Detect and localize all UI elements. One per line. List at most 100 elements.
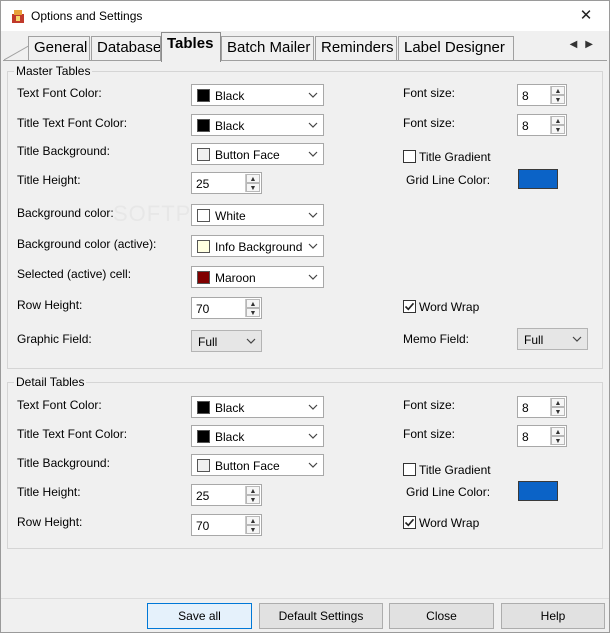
tab-database[interactable]: Database: [91, 36, 161, 60]
master-title-height-spinner[interactable]: 25 ▲ ▼: [191, 172, 262, 194]
master-word-wrap-label: Word Wrap: [419, 300, 480, 314]
master-background-color-label: Background color:: [17, 206, 114, 220]
select-value: Full: [198, 335, 218, 349]
detail-title-background-select[interactable]: Button Face: [191, 454, 324, 476]
detail-grid-line-color-picker[interactable]: [518, 481, 558, 501]
spin-down-icon[interactable]: ▼: [246, 183, 260, 192]
spinner-buttons: ▲ ▼: [245, 299, 260, 317]
detail-font-size-spinner-1[interactable]: 8 ▲ ▼: [517, 396, 567, 418]
help-button[interactable]: Help: [501, 603, 605, 629]
master-text-font-color-label: Text Font Color:: [17, 86, 102, 100]
close-window-button[interactable]: ✕: [563, 1, 609, 31]
master-title-text-font-color-select[interactable]: Black: [191, 114, 324, 136]
chevron-down-icon: [572, 336, 582, 342]
tab-scroll-left-icon[interactable]: ◀: [570, 39, 586, 50]
spin-down-icon[interactable]: ▼: [246, 525, 260, 534]
spin-down-icon[interactable]: ▼: [246, 308, 260, 317]
master-font-size-spinner-1[interactable]: 8 ▲ ▼: [517, 84, 567, 106]
detail-word-wrap-checkbox[interactable]: [403, 516, 416, 529]
tab-scroll-arrows: ◀▶: [570, 39, 601, 50]
spinner-buttons: ▲ ▼: [550, 86, 565, 104]
save-all-button[interactable]: Save all: [147, 603, 252, 629]
spin-up-icon[interactable]: ▲: [246, 486, 260, 495]
select-value: Black: [215, 89, 245, 103]
tab-reminders[interactable]: Reminders: [315, 36, 397, 60]
detail-title-gradient-checkbox[interactable]: [403, 463, 416, 476]
spin-up-icon[interactable]: ▲: [551, 398, 565, 407]
detail-grid-line-color-label: Grid Line Color:: [406, 485, 491, 499]
spin-up-icon[interactable]: ▲: [551, 86, 565, 95]
master-grid-line-color-picker[interactable]: [518, 169, 558, 189]
detail-title-height-spinner[interactable]: 25 ▲ ▼: [191, 484, 262, 506]
select-value: Info Background: [215, 240, 303, 254]
button-bar: Save all Default Settings Close Help: [1, 598, 609, 632]
master-title-text-font-color-label: Title Text Font Color:: [17, 116, 128, 130]
master-row-height-label: Row Height:: [17, 298, 83, 312]
master-background-color-active-select[interactable]: Info Background: [191, 235, 324, 257]
chevron-down-icon: [308, 92, 318, 98]
color-swatch: [197, 459, 210, 472]
detail-title-text-font-color-label: Title Text Font Color:: [17, 427, 128, 441]
spinner-value: 25: [196, 489, 210, 503]
tab-general[interactable]: General: [28, 36, 90, 60]
master-text-font-color-select[interactable]: Black: [191, 84, 324, 106]
spin-up-icon[interactable]: ▲: [551, 116, 565, 125]
color-swatch: [197, 209, 210, 222]
spin-up-icon[interactable]: ▲: [246, 299, 260, 308]
detail-title-height-label: Title Height:: [17, 485, 81, 499]
chevron-down-icon: [246, 338, 256, 344]
select-value: Black: [215, 401, 245, 415]
master-graphic-field-select[interactable]: Full: [191, 330, 262, 352]
default-settings-button[interactable]: Default Settings: [259, 603, 383, 629]
spinner-buttons: ▲ ▼: [550, 427, 565, 445]
master-memo-field-select[interactable]: Full: [517, 328, 588, 350]
checkmark-icon: [404, 302, 415, 311]
spin-down-icon[interactable]: ▼: [551, 436, 565, 445]
tab-strip: General Database Tables Batch Mailer Rem…: [1, 31, 609, 62]
title-bar: Options and Settings ✕: [1, 1, 609, 31]
detail-text-font-color-label: Text Font Color:: [17, 398, 102, 412]
select-value: Maroon: [215, 271, 256, 285]
select-value: Black: [215, 119, 245, 133]
detail-tables-legend: Detail Tables: [14, 375, 87, 389]
master-background-color-select[interactable]: White: [191, 204, 324, 226]
detail-title-text-font-color-select[interactable]: Black: [191, 425, 324, 447]
detail-row-height-spinner[interactable]: 70 ▲ ▼: [191, 514, 262, 536]
color-swatch: [197, 148, 210, 161]
spinner-value: 8: [522, 430, 529, 444]
close-button[interactable]: Close: [389, 603, 494, 629]
spin-up-icon[interactable]: ▲: [551, 427, 565, 436]
detail-tables-group: Detail Tables Text Font Color: Black Tit…: [7, 375, 603, 549]
tab-batch-mailer[interactable]: Batch Mailer: [221, 36, 314, 60]
detail-title-background-label: Title Background:: [17, 456, 110, 470]
spin-down-icon[interactable]: ▼: [551, 125, 565, 134]
tab-tables[interactable]: Tables: [161, 32, 221, 62]
master-font-size-spinner-2[interactable]: 8 ▲ ▼: [517, 114, 567, 136]
color-swatch: [197, 89, 210, 102]
master-font-size-label-1: Font size:: [403, 86, 456, 100]
detail-text-font-color-select[interactable]: Black: [191, 396, 324, 418]
checkmark-icon: [404, 518, 415, 527]
tab-scroll-right-icon[interactable]: ▶: [585, 39, 601, 50]
master-selected-cell-select[interactable]: Maroon: [191, 266, 324, 288]
spin-up-icon[interactable]: ▲: [246, 516, 260, 525]
tab-label-designer[interactable]: Label Designer: [398, 36, 514, 60]
master-word-wrap-checkbox[interactable]: [403, 300, 416, 313]
spin-up-icon[interactable]: ▲: [246, 174, 260, 183]
color-swatch: [197, 119, 210, 132]
master-title-gradient-label: Title Gradient: [419, 150, 491, 164]
master-title-background-select[interactable]: Button Face: [191, 143, 324, 165]
spin-down-icon[interactable]: ▼: [551, 95, 565, 104]
detail-font-size-spinner-2[interactable]: 8 ▲ ▼: [517, 425, 567, 447]
spin-down-icon[interactable]: ▼: [551, 407, 565, 416]
spinner-value: 8: [522, 401, 529, 415]
master-title-gradient-checkbox[interactable]: [403, 150, 416, 163]
master-title-height-label: Title Height:: [17, 173, 81, 187]
color-swatch: [197, 430, 210, 443]
master-row-height-spinner[interactable]: 70 ▲ ▼: [191, 297, 262, 319]
master-selected-cell-label: Selected (active) cell:: [17, 267, 132, 281]
detail-row-height-label: Row Height:: [17, 515, 83, 529]
spinner-value: 25: [196, 177, 210, 191]
spin-down-icon[interactable]: ▼: [246, 495, 260, 504]
chevron-down-icon: [308, 212, 318, 218]
